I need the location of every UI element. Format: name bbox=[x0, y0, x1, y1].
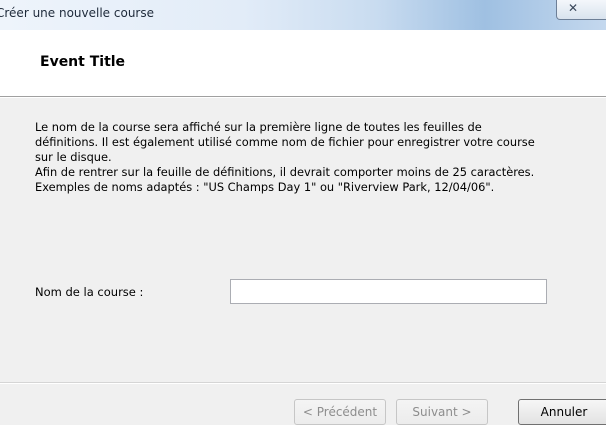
description-line: Exemples de noms adaptés : "US Champs Da… bbox=[35, 180, 495, 194]
wizard-footer: < Précédent Suivant > Annuler bbox=[0, 384, 606, 425]
wizard-header: Event Title bbox=[0, 30, 606, 96]
course-name-label: Nom de la course : bbox=[35, 285, 144, 299]
description-text: Le nom de la course sera affiché sur la … bbox=[35, 120, 595, 195]
page-title: Event Title bbox=[40, 54, 126, 70]
description-line: sur le disque. bbox=[35, 150, 112, 164]
title-bar[interactable]: Créer une nouvelle course ✕ bbox=[0, 0, 606, 30]
description-line: Le nom de la course sera affiché sur la … bbox=[35, 120, 482, 134]
wizard-content: Le nom de la course sera affiché sur la … bbox=[0, 98, 606, 382]
window-title: Créer une nouvelle course bbox=[0, 6, 154, 20]
course-name-input[interactable] bbox=[230, 279, 547, 304]
cancel-button[interactable]: Annuler bbox=[518, 399, 606, 425]
description-line: Afin de rentrer sur la feuille de défini… bbox=[35, 165, 535, 179]
dialog-window: Créer une nouvelle course ✕ Event Title … bbox=[0, 0, 606, 425]
description-line: définitions. Il est également utilisé co… bbox=[35, 135, 535, 149]
next-button[interactable]: Suivant > bbox=[396, 399, 488, 425]
close-icon: ✕ bbox=[568, 1, 579, 15]
previous-button[interactable]: < Précédent bbox=[294, 399, 386, 425]
close-button[interactable]: ✕ bbox=[556, 0, 606, 20]
